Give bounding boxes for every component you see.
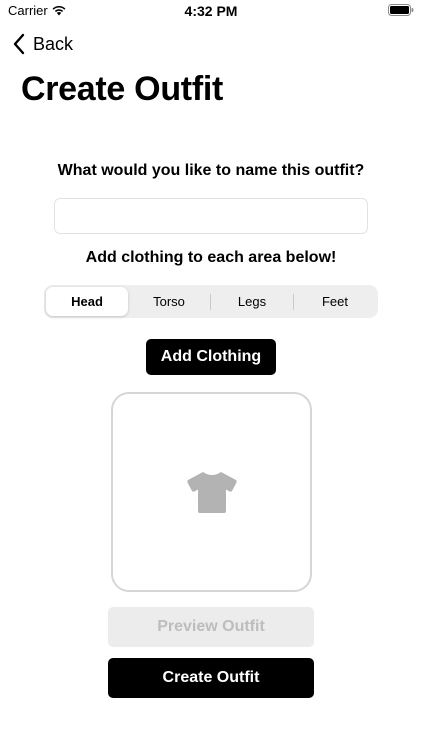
preview-outfit-button[interactable]: Preview Outfit — [108, 607, 314, 647]
instruction-label: Add clothing to each area below! — [85, 249, 337, 266]
chevron-left-icon — [13, 33, 25, 55]
clothing-preview-box[interactable] — [111, 392, 312, 592]
create-outfit-button[interactable]: Create Outfit — [108, 658, 314, 698]
name-question-label: What would you like to name this outfit? — [57, 162, 365, 179]
segment-legs[interactable]: Legs — [211, 287, 293, 316]
create-outfit-screen: Carrier 4:32 PM Back Create Outfit What … — [0, 0, 422, 750]
tshirt-icon — [186, 472, 237, 513]
status-bar: Carrier 4:32 PM — [0, 0, 422, 22]
segment-head[interactable]: Head — [46, 287, 128, 316]
outfit-name-input[interactable] — [54, 198, 368, 234]
segment-torso[interactable]: Torso — [128, 287, 210, 316]
body-area-segmented-control: Head Torso Legs Feet — [44, 285, 378, 318]
page-title: Create Outfit — [21, 70, 224, 108]
add-clothing-button[interactable]: Add Clothing — [146, 339, 276, 375]
back-button[interactable]: Back — [12, 32, 73, 56]
clock: 4:32 PM — [184, 3, 238, 19]
segment-feet[interactable]: Feet — [294, 287, 376, 316]
back-label: Back — [33, 33, 74, 54]
battery-icon — [388, 4, 414, 16]
